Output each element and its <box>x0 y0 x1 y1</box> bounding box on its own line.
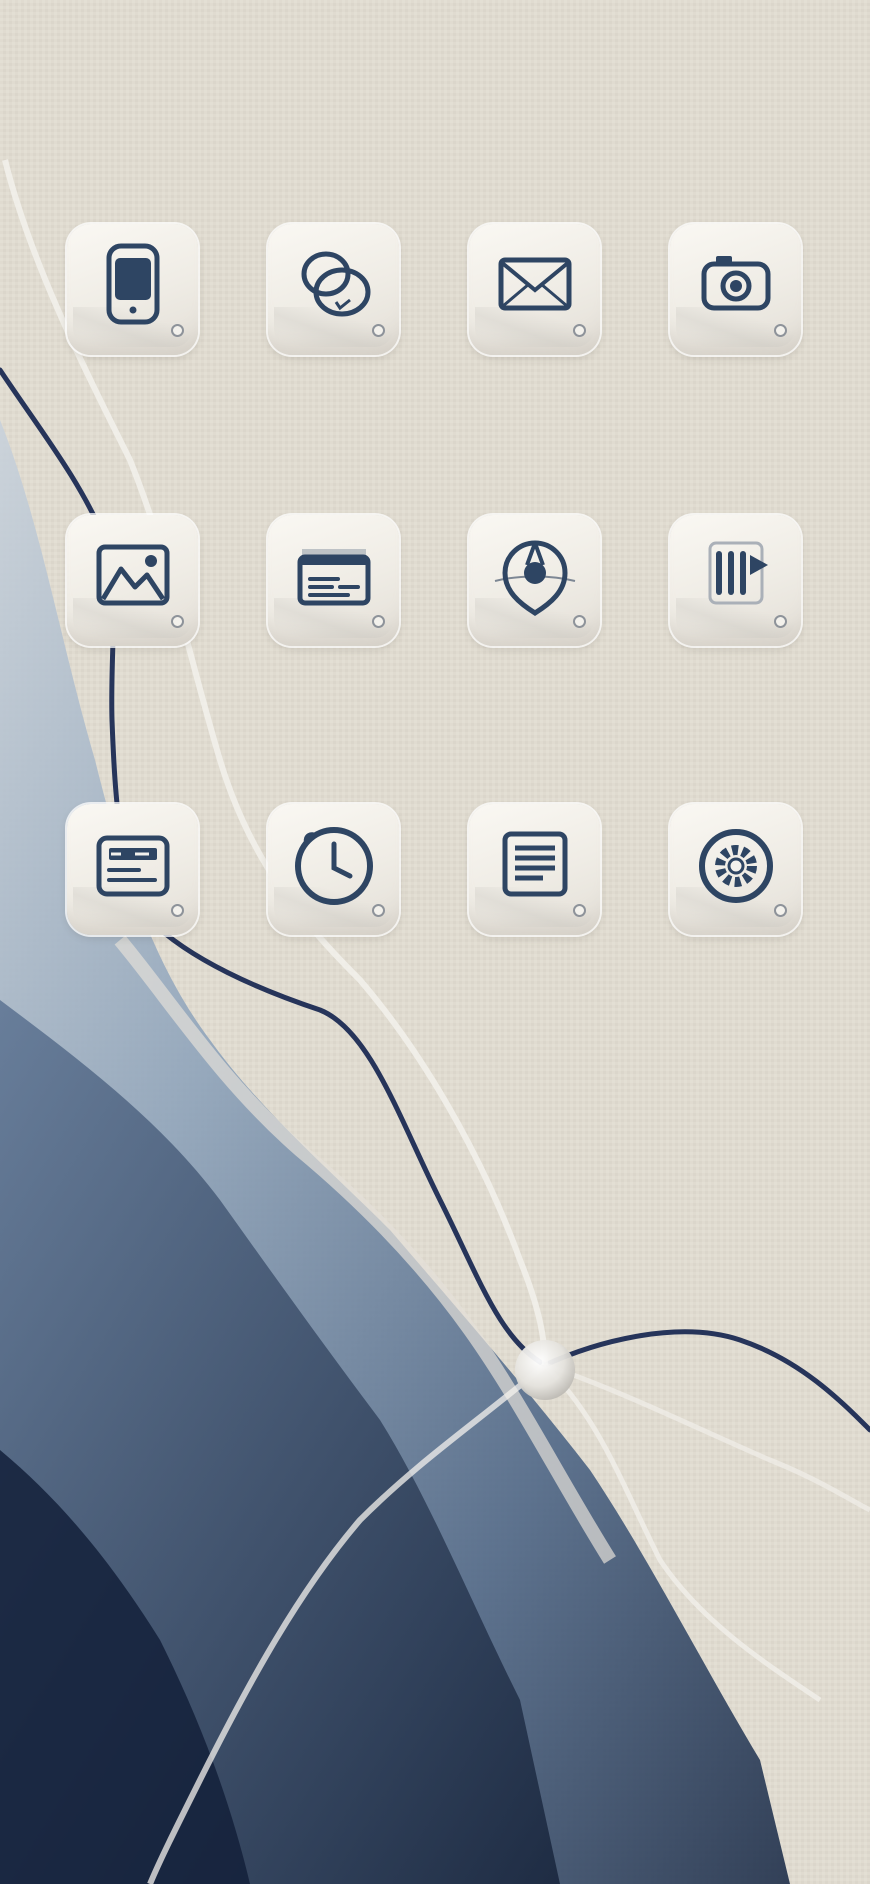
clock-icon <box>295 827 373 905</box>
app-icon-photos[interactable] <box>67 515 198 646</box>
app-icon-music[interactable] <box>670 515 801 646</box>
app-icon-camera[interactable] <box>670 224 801 355</box>
app-icon-wallet[interactable] <box>268 515 399 646</box>
app-icon-phone[interactable] <box>67 224 198 355</box>
app-icon-navigation[interactable] <box>469 515 600 646</box>
app-icon-clock[interactable] <box>268 804 399 935</box>
navigation-icon <box>494 540 576 616</box>
music-bars-icon <box>708 541 768 605</box>
notes-icon <box>502 831 568 897</box>
app-icon-mail[interactable] <box>469 224 600 355</box>
camera-icon <box>701 256 771 311</box>
mail-icon <box>498 257 572 311</box>
app-icon-overlap[interactable] <box>268 224 399 355</box>
app-icon-settings[interactable] <box>670 804 801 935</box>
app-icon-notes[interactable] <box>469 804 600 935</box>
overlapping-circles-icon <box>301 251 371 317</box>
settings-gear-icon <box>699 829 773 903</box>
photos-icon <box>96 544 170 606</box>
wallet-icon <box>297 549 371 606</box>
phone-icon <box>106 243 160 325</box>
app-icon-calendar[interactable] <box>67 804 198 935</box>
calendar-card-icon <box>96 835 170 897</box>
